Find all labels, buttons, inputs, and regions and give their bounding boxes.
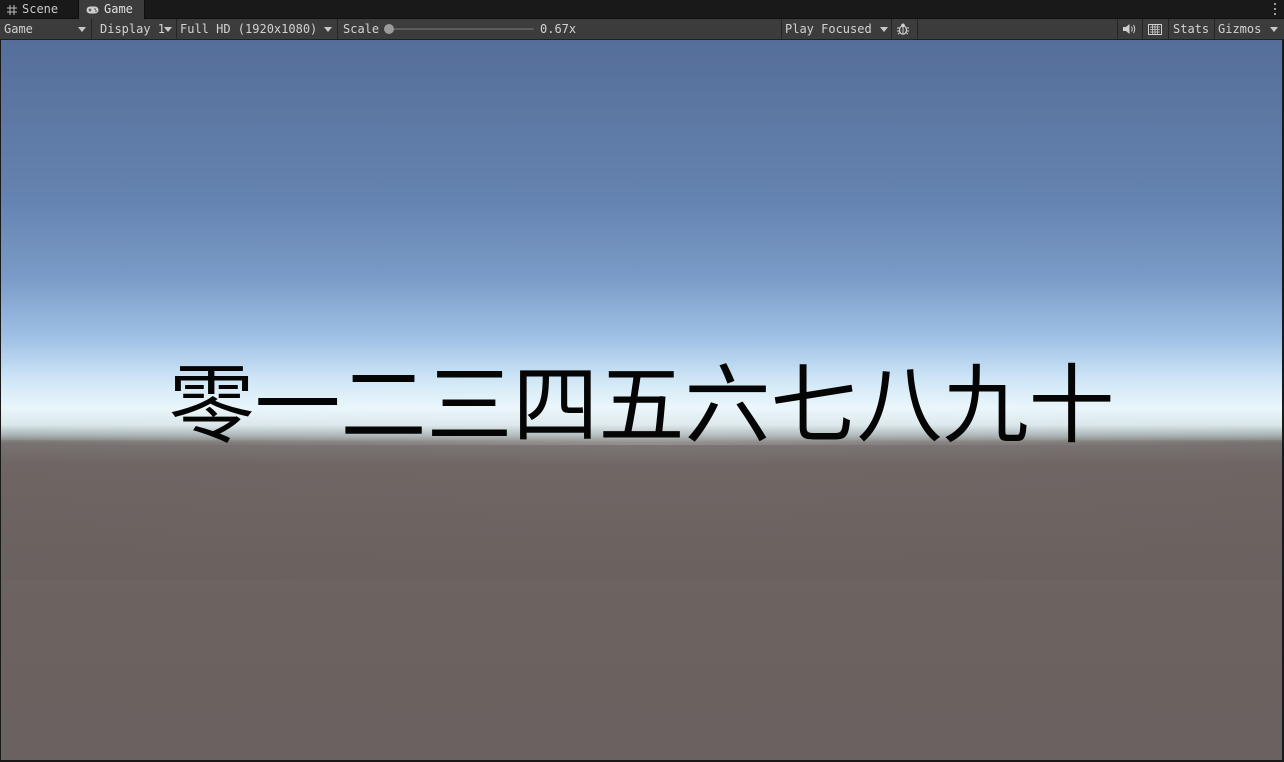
game-window: Scene Game Game Display 1 Full HD (1920x… — [0, 0, 1284, 762]
more-options-icon[interactable] — [1272, 2, 1278, 16]
game-text: 零一二三四五六七八九十 — [168, 356, 1115, 456]
chevron-down-icon — [1270, 27, 1278, 32]
chevron-down-icon — [78, 27, 86, 32]
tab-strip: Scene Game — [0, 0, 1284, 19]
play-mode-dropdown[interactable]: Play Focused — [785, 19, 890, 39]
scale-label: Scale — [343, 19, 383, 39]
display-dropdown[interactable]: Display 1 — [100, 19, 174, 39]
scale-value-text: 0.67x — [540, 22, 577, 36]
stats-button[interactable]: Stats — [1173, 19, 1213, 39]
scale-slider-track[interactable] — [389, 28, 534, 30]
display-dropdown-label: Display 1 — [100, 22, 166, 36]
tab-game[interactable]: Game — [78, 0, 145, 19]
scale-label-text: Scale — [343, 22, 380, 36]
chevron-down-icon — [324, 27, 332, 32]
tab-game-label: Game — [104, 2, 133, 16]
stats-button-label: Stats — [1173, 22, 1210, 36]
resolution-dropdown[interactable]: Full HD (1920x1080) — [180, 19, 334, 39]
speaker-icon[interactable] — [1122, 19, 1138, 39]
keyboard-icon[interactable] — [1148, 19, 1164, 39]
resolution-dropdown-label: Full HD (1920x1080) — [180, 22, 318, 36]
game-toolbar: Game Display 1 Full HD (1920x1080) Scale… — [0, 19, 1284, 40]
grid-icon — [7, 4, 17, 15]
bug-icon[interactable] — [896, 19, 912, 39]
scale-value: 0.67x — [540, 19, 590, 39]
gamepad-icon — [86, 6, 99, 14]
gizmos-dropdown-label: Gizmos — [1218, 22, 1262, 36]
play-mode-dropdown-label: Play Focused — [785, 22, 872, 36]
chevron-down-icon — [164, 27, 172, 32]
game-viewport[interactable]: 零一二三四五六七八九十 — [1, 40, 1282, 760]
scale-slider-thumb[interactable] — [384, 24, 394, 34]
tab-scene[interactable]: Scene — [0, 0, 77, 19]
view-dropdown[interactable]: Game — [4, 19, 88, 39]
ground-shade — [1, 440, 1282, 580]
tab-scene-label: Scene — [22, 2, 59, 16]
gizmos-dropdown[interactable]: Gizmos — [1218, 19, 1280, 39]
view-dropdown-label: Game — [4, 22, 33, 36]
chevron-down-icon — [880, 27, 888, 32]
